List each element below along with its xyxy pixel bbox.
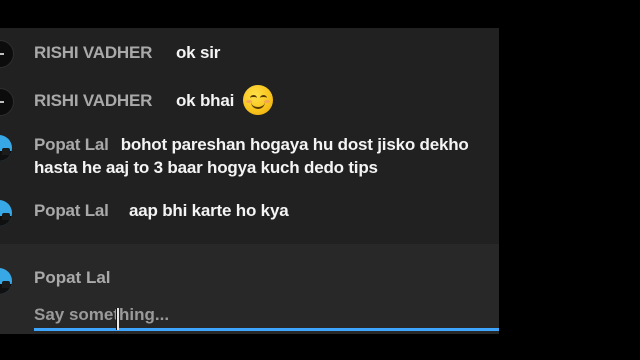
chat-message-text: aap bhi karte ho kya: [129, 201, 289, 220]
chat-composer: Popat Lal: [0, 244, 499, 334]
chat-message-text: ok sir: [176, 43, 221, 62]
chat-message-text: ok bhai: [176, 91, 235, 110]
user-avatar-dark-icon[interactable]: [0, 40, 14, 68]
chat-message: Popat Lal bohot pareshan hogaya hu dost j…: [0, 130, 499, 182]
video-frame: RISHI VADHER ok sir RISHI VADHER ok bhai…: [0, 0, 640, 360]
chat-message: RISHI VADHER ok bhai: [0, 84, 499, 120]
user-avatar-sky-icon[interactable]: [0, 200, 12, 226]
chat-message-author: RISHI VADHER: [34, 43, 153, 62]
user-avatar-dark-icon[interactable]: [0, 88, 14, 116]
user-avatar-sky-icon: [0, 268, 12, 294]
composer-author: Popat Lal: [34, 268, 111, 287]
chat-message-author: Popat Lal: [34, 201, 109, 220]
user-avatar-sky-icon[interactable]: [0, 135, 12, 161]
chat-message: RISHI VADHER ok sir: [0, 38, 499, 70]
input-focus-underline: [34, 328, 499, 331]
chat-message-input[interactable]: [34, 300, 499, 330]
chat-message-author: RISHI VADHER: [34, 91, 153, 110]
live-chat-panel: RISHI VADHER ok sir RISHI VADHER ok bhai…: [0, 28, 499, 334]
smiling-face-emoji-icon: [243, 85, 273, 115]
chat-message: Popat Lal aap bhi karte ho kya: [0, 198, 499, 230]
chat-message-author: Popat Lal: [34, 135, 109, 154]
text-cursor-icon: [116, 308, 119, 330]
chat-message-body: Popat Lal bohot pareshan hogaya hu dost j…: [34, 133, 494, 179]
